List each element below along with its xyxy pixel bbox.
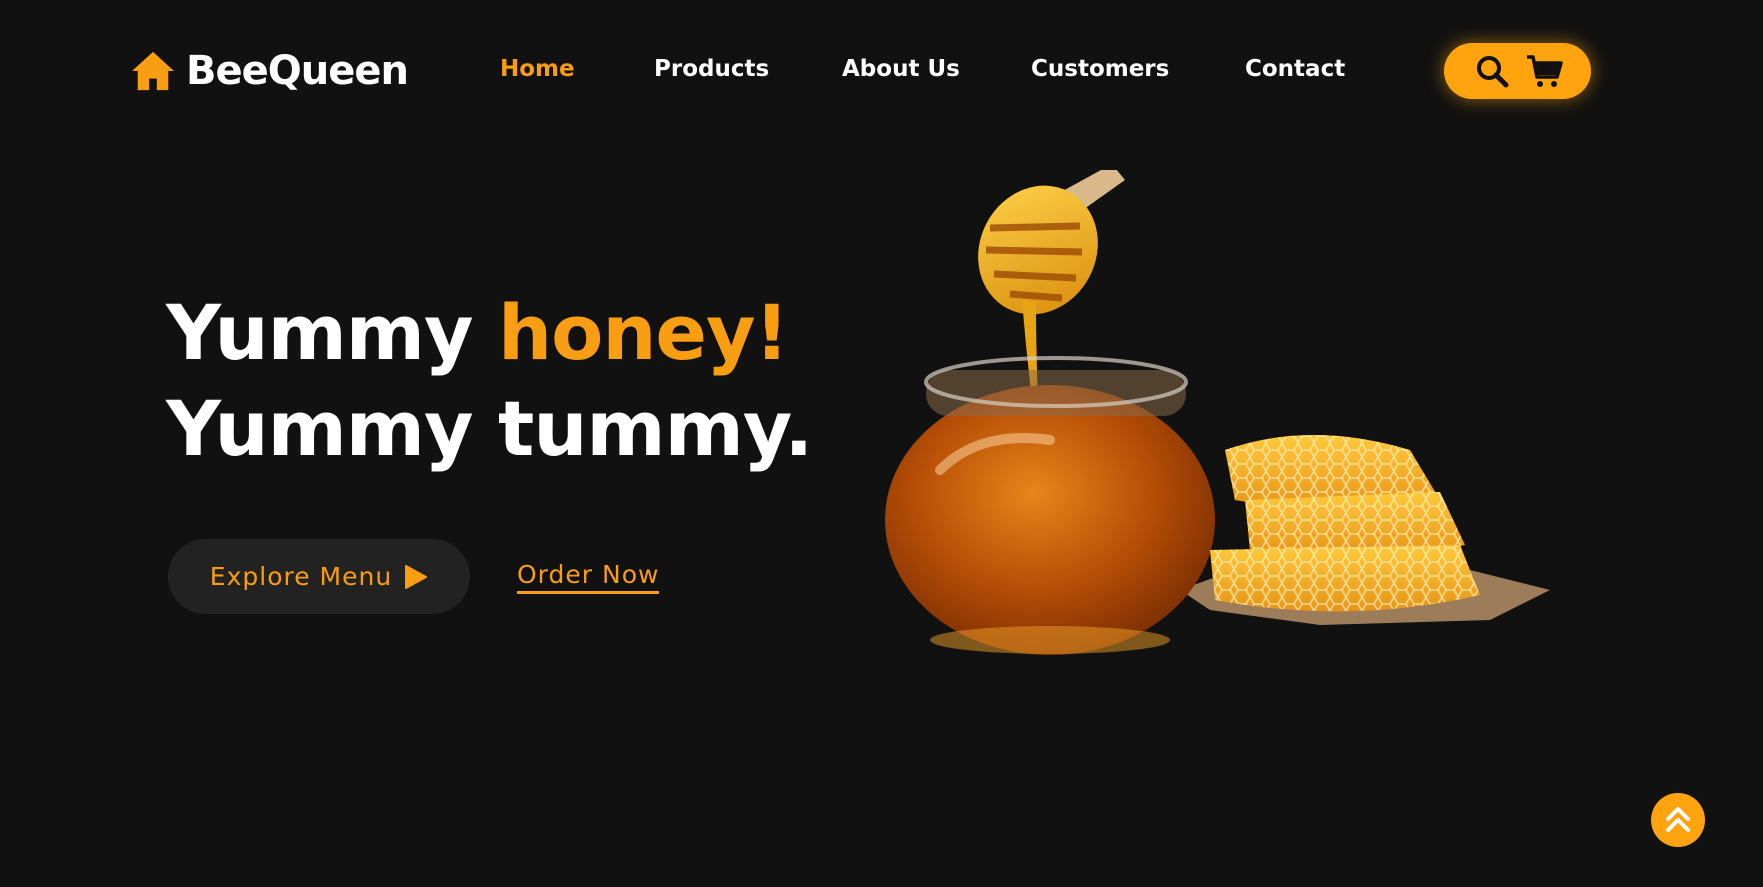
brand-name: BeeQueen bbox=[186, 48, 409, 94]
house-icon bbox=[132, 51, 174, 91]
order-now-link[interactable]: Order Now bbox=[517, 560, 660, 594]
cart-button[interactable] bbox=[1525, 52, 1563, 90]
page: BeeQueen Home Products About Us Customer… bbox=[0, 0, 1763, 887]
nav-contact[interactable]: Contact bbox=[1245, 56, 1345, 82]
tools-pill bbox=[1444, 43, 1591, 99]
nav-products[interactable]: Products bbox=[654, 56, 769, 82]
hero-line-1: Yummy honey! bbox=[166, 285, 812, 381]
double-chevron-up-icon bbox=[1666, 807, 1690, 832]
honey-jar-illustration bbox=[885, 170, 1550, 655]
explore-menu-button[interactable]: Explore Menu bbox=[168, 539, 470, 614]
nav-home[interactable]: Home bbox=[500, 56, 575, 82]
nav-customers[interactable]: Customers bbox=[1031, 56, 1169, 82]
explore-menu-label: Explore Menu bbox=[209, 562, 393, 591]
brand-logo[interactable]: BeeQueen bbox=[130, 48, 409, 94]
hero-line-2: Yummy tummy. bbox=[166, 384, 813, 473]
hero-line-1-prefix: Yummy bbox=[166, 288, 498, 377]
cart-icon bbox=[1526, 55, 1563, 87]
scroll-to-top-button[interactable] bbox=[1651, 793, 1705, 847]
hero-line-1-accent: honey! bbox=[498, 288, 789, 377]
search-icon bbox=[1476, 56, 1508, 88]
hero-title: Yummy honey! Yummy tummy. bbox=[166, 285, 813, 477]
search-button[interactable] bbox=[1473, 52, 1511, 90]
play-icon bbox=[405, 564, 428, 589]
nav-about-us[interactable]: About Us bbox=[842, 56, 960, 82]
honey-jar bbox=[885, 356, 1215, 655]
honeycomb-stack bbox=[1210, 435, 1480, 612]
navbar: BeeQueen Home Products About Us Customer… bbox=[0, 38, 1763, 104]
